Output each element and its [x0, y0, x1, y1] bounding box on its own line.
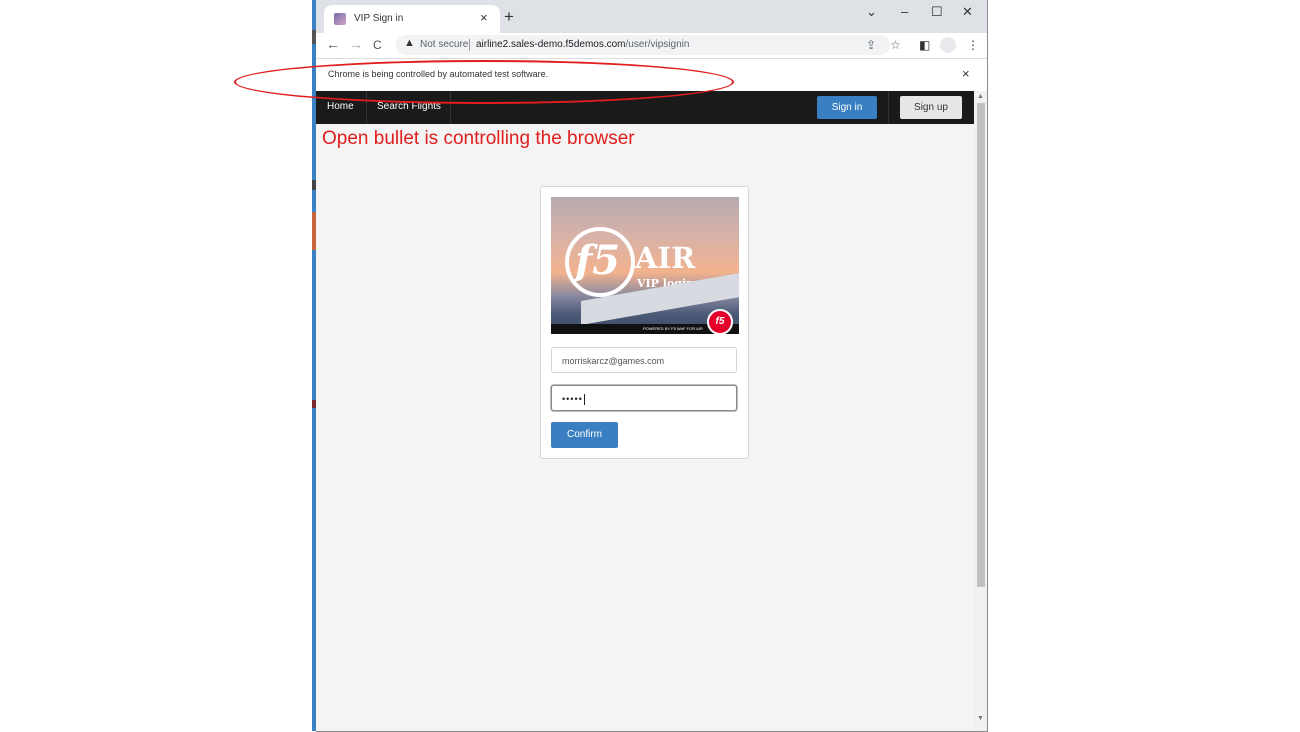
desktop-background [0, 0, 315, 731]
tab-list-icon[interactable]: ⌄ [866, 4, 877, 20]
email-field[interactable]: morriskarcz@games.com [551, 347, 737, 373]
confirm-button[interactable]: Confirm [551, 422, 618, 448]
favicon-icon [334, 13, 346, 25]
f5-logo-text: f5 [575, 237, 621, 284]
tab-strip: VIP Sign in × + ⌄ – ☐ ✕ [316, 0, 987, 33]
password-value: ••••• [562, 394, 583, 404]
profile-icon[interactable] [940, 37, 956, 53]
side-panel-icon[interactable]: ◧ [919, 38, 930, 52]
star-icon[interactable]: ☆ [890, 38, 901, 52]
powered-by-text: POWERED BY F5 WAF FOR AIR [643, 326, 703, 331]
site-navbar: Home Search Flights Sign in Sign up [316, 91, 974, 124]
scroll-down-icon[interactable]: ▼ [977, 715, 984, 722]
tab-close-icon[interactable]: × [480, 10, 488, 25]
infobar-text: Chrome is being controlled by automated … [328, 69, 549, 79]
url-separator [469, 39, 470, 51]
sign-in-button[interactable]: Sign in [817, 96, 877, 119]
tab-title: VIP Sign in [354, 13, 404, 24]
browser-toolbar: ← → C ▲ Not secure airline2.sales-demo.f… [316, 33, 987, 58]
page-scrollbar[interactable]: ▲ ▼ [974, 91, 987, 731]
password-field[interactable]: ••••• [551, 385, 737, 411]
text-caret [583, 394, 585, 406]
annotation-caption: Open bullet is controlling the browser [322, 128, 635, 149]
scroll-up-icon[interactable]: ▲ [977, 93, 984, 100]
nav-divider [450, 91, 451, 124]
infobar-close-icon[interactable]: × [962, 66, 970, 81]
login-card: f5 AIR VIP login POWERED BY F5 WAF FOR A… [540, 186, 749, 459]
back-button[interactable]: ← [326, 36, 340, 52]
warning-icon: ▲ [404, 37, 415, 49]
menu-icon[interactable]: ⋮ [967, 38, 979, 52]
reload-button[interactable]: C [373, 38, 382, 52]
air-logo-text: AIR [635, 241, 696, 275]
automation-infobar: Chrome is being controlled by automated … [316, 58, 987, 92]
maximize-button[interactable]: ☐ [931, 4, 943, 20]
f5-badge-icon: f5 [707, 309, 733, 334]
url-text[interactable]: airline2.sales-demo.f5demos.com/user/vip… [476, 39, 689, 50]
new-tab-button[interactable]: + [504, 7, 514, 27]
url-path: /user/vipsignin [625, 39, 690, 50]
tab-vip-sign-in[interactable]: VIP Sign in × [324, 5, 500, 33]
nav-home-link[interactable]: Home [327, 101, 354, 112]
nav-divider [366, 91, 367, 124]
sign-up-button[interactable]: Sign up [900, 96, 962, 119]
f5-air-vip-banner: f5 AIR VIP login POWERED BY F5 WAF FOR A… [551, 197, 739, 334]
minimize-button[interactable]: – [901, 4, 908, 19]
url-host: airline2.sales-demo.f5demos.com [476, 39, 626, 50]
address-bar[interactable]: ▲ Not secure airline2.sales-demo.f5demos… [396, 35, 890, 55]
scrollbar-thumb[interactable] [977, 103, 985, 587]
nav-search-flights-link[interactable]: Search Flights [377, 101, 441, 112]
nav-divider [888, 91, 889, 124]
close-window-button[interactable]: ✕ [962, 4, 973, 20]
share-icon[interactable]: ⇪ [866, 38, 876, 52]
not-secure-label[interactable]: Not secure [420, 39, 468, 50]
forward-button[interactable]: → [349, 36, 363, 52]
email-value: morriskarcz@games.com [562, 356, 665, 366]
browser-window: VIP Sign in × + ⌄ – ☐ ✕ ← → C ▲ Not secu… [316, 0, 988, 732]
